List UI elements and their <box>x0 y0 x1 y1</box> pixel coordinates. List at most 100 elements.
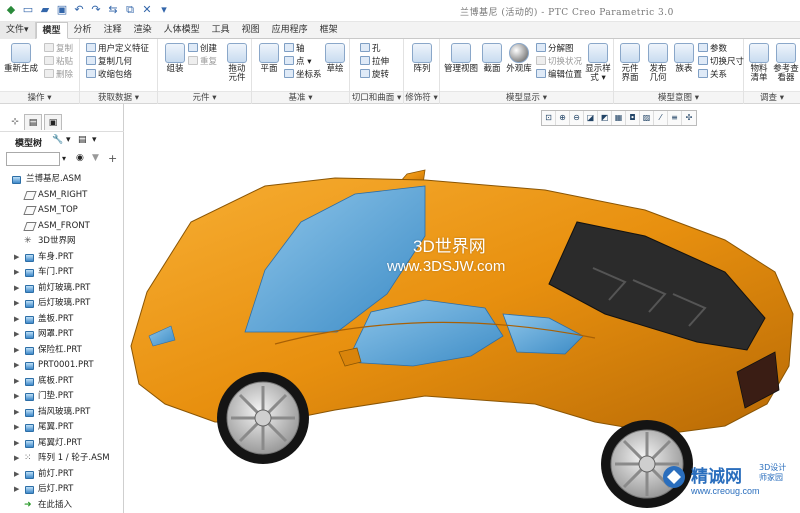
shrinkwrap-button[interactable]: 收缩包络 <box>86 69 132 81</box>
hole-button[interactable]: 孔 <box>360 43 381 55</box>
tree-item[interactable]: ▶ 尾翼灯.PRT <box>0 436 124 452</box>
find-icon[interactable]: ◉ <box>76 153 84 163</box>
copy-button[interactable]: 复制 <box>44 43 73 55</box>
expand-arrow-icon[interactable]: ▶ <box>14 420 19 436</box>
tree-item[interactable]: ▶ 网罩.PRT <box>0 327 124 343</box>
add-column-icon[interactable]: + <box>108 152 117 165</box>
tree-item[interactable]: ▶ 前灯玻璃.PRT <box>0 281 124 297</box>
copy-geometry-button[interactable]: 复制几何 <box>86 56 132 68</box>
point-button[interactable]: 点 ▾ <box>284 56 311 68</box>
expand-arrow-icon[interactable]: ▶ <box>14 343 19 359</box>
tree-item[interactable]: ➜ 在此插入 <box>0 498 124 513</box>
group-label-model-intent[interactable]: 模型意图 ▾ <box>614 91 743 103</box>
exploded-view-button[interactable]: 分解图 <box>536 43 574 55</box>
axis-button[interactable]: 轴 <box>284 43 305 55</box>
tree-item[interactable]: ASM_RIGHT <box>0 188 124 204</box>
manage-views-button[interactable]: 管理视图 <box>442 43 480 74</box>
expand-arrow-icon[interactable]: ▶ <box>14 405 19 421</box>
group-label-cut-surface[interactable]: 切口和曲面 ▾ <box>350 91 403 103</box>
windows-icon[interactable]: ⧉ <box>123 3 137 17</box>
expand-arrow-icon[interactable]: ▶ <box>14 358 19 374</box>
tab-model[interactable]: 模型 <box>35 22 68 39</box>
customize-toolbar-icon[interactable]: ▾ <box>157 3 171 17</box>
publish-geometry-button[interactable]: 发布 几何 <box>644 43 672 83</box>
tree-item[interactable]: ✳ 3D世界网 <box>0 234 124 250</box>
component-interface-button[interactable]: 元件 界面 <box>616 43 644 83</box>
expand-arrow-icon[interactable]: ▶ <box>14 374 19 390</box>
folder-browser-tab-icon[interactable]: ▤ <box>24 114 42 130</box>
group-label-modifiers[interactable]: 修饰符 ▾ <box>404 91 439 103</box>
group-label-investigate[interactable]: 调查 ▾ <box>744 91 800 103</box>
expand-arrow-icon[interactable]: ▶ <box>14 436 19 452</box>
tab-manikin[interactable]: 人体模型 <box>158 22 206 39</box>
paste-button[interactable]: 粘贴 <box>44 56 73 68</box>
tree-item[interactable]: ▶ 前灯.PRT <box>0 467 124 483</box>
expand-arrow-icon[interactable]: ▶ <box>14 250 19 266</box>
tree-item[interactable]: ▶ 尾翼.PRT <box>0 420 124 436</box>
group-label-model-display[interactable]: 模型显示 ▾ <box>440 91 613 103</box>
model-tree-tab-icon[interactable]: ⊹ <box>6 114 24 130</box>
tree-item[interactable]: ▶ PRT0001.PRT <box>0 358 124 374</box>
graphics-area[interactable]: ⊡ ⊕ ⊖ ◪ ◩ ▦ ◘ ▨ ⁄ ≡ ✣ 3D世界网 www.3DSJW.co… <box>125 104 800 513</box>
tab-framework[interactable]: 框架 <box>314 22 344 39</box>
expand-arrow-icon[interactable]: ▶ <box>14 451 19 467</box>
show-menu-dropdown-icon[interactable]: ▾ <box>92 135 97 145</box>
create-button[interactable]: 创建 <box>188 43 217 55</box>
tree-item[interactable]: 兰博基尼.ASM <box>0 172 124 188</box>
save-icon[interactable]: ▣ <box>55 3 69 17</box>
tree-item[interactable]: ▶ 挡风玻璃.PRT <box>0 405 124 421</box>
new-file-icon[interactable]: ▭ <box>21 3 35 17</box>
revolve-button[interactable]: 旋转 <box>360 69 389 81</box>
expand-arrow-icon[interactable]: ▶ <box>14 327 19 343</box>
assemble-button[interactable]: 组装 <box>162 43 188 74</box>
expand-arrow-icon[interactable]: ▶ <box>14 265 19 281</box>
tree-settings-icon[interactable]: 🔧 <box>52 135 63 145</box>
reference-viewer-button[interactable]: 参考查 看器 <box>772 43 800 83</box>
expand-arrow-icon[interactable]: ▶ <box>14 389 19 405</box>
expand-arrow-icon[interactable]: ▶ <box>14 467 19 483</box>
sketch-button[interactable]: 草绘 <box>322 43 348 74</box>
group-label-get-data[interactable]: 获取数据 ▾ <box>80 91 157 103</box>
udf-button[interactable]: 用户定义特征 <box>86 43 149 55</box>
edit-position-button[interactable]: 编辑位置 <box>536 69 582 81</box>
undo-icon[interactable]: ↶ <box>72 3 86 17</box>
tree-item[interactable]: ▶ 门垫.PRT <box>0 389 124 405</box>
group-label-component[interactable]: 元件 ▾ <box>158 91 251 103</box>
appearance-gallery-button[interactable]: 外观库 <box>504 43 534 74</box>
tab-file[interactable]: 文件▾ <box>0 22 36 39</box>
tree-item[interactable]: ▶ 底板.PRT <box>0 374 124 390</box>
display-style-button[interactable]: 显示样 式 ▾ <box>584 43 612 83</box>
switch-dimensions-button[interactable]: 切换尺寸 <box>698 56 744 68</box>
tree-item[interactable]: ▶ 后灯.PRT <box>0 482 124 498</box>
tree-item[interactable]: ▶ 盖板.PRT <box>0 312 124 328</box>
plane-button[interactable]: 平面 <box>256 43 282 74</box>
tab-tools[interactable]: 工具 <box>206 22 236 39</box>
tab-analysis[interactable]: 分析 <box>68 22 98 39</box>
regenerate-icon[interactable]: ⇆ <box>106 3 120 17</box>
tree-item[interactable]: ▶ 后灯玻璃.PRT <box>0 296 124 312</box>
redo-icon[interactable]: ↷ <box>89 3 103 17</box>
expand-arrow-icon[interactable]: ▶ <box>14 482 19 498</box>
tree-item[interactable]: ASM_FRONT <box>0 219 124 235</box>
pattern-button[interactable]: 阵列 <box>408 43 436 74</box>
group-label-datum[interactable]: 基准 ▾ <box>252 91 349 103</box>
open-file-icon[interactable]: ▰ <box>38 3 52 17</box>
favorites-tab-icon[interactable]: ▣ <box>44 114 62 130</box>
close-window-icon[interactable]: ✕ <box>140 3 154 17</box>
relations-button[interactable]: 关系 <box>698 69 727 81</box>
tree-item[interactable]: ▶ ⁙ 阵列 1 / 轮子.ASM <box>0 451 124 467</box>
parameters-button[interactable]: 参数 <box>698 43 727 55</box>
tab-render[interactable]: 渲染 <box>128 22 158 39</box>
family-table-button[interactable]: 族表 <box>672 43 696 74</box>
tree-item[interactable]: ▶ 车门.PRT <box>0 265 124 281</box>
app-logo-icon[interactable]: ◆ <box>4 3 18 17</box>
expand-arrow-icon[interactable]: ▶ <box>14 281 19 297</box>
search-dropdown-icon[interactable]: ▾ <box>62 154 66 163</box>
tree-item[interactable]: ▶ 保险杠.PRT <box>0 343 124 359</box>
csys-button[interactable]: 坐标系 <box>284 69 322 81</box>
expand-arrow-icon[interactable]: ▶ <box>14 296 19 312</box>
drag-components-button[interactable]: 拖动 元件 <box>224 43 250 83</box>
bom-button[interactable]: 物料 清单 <box>746 43 772 83</box>
tab-view[interactable]: 视图 <box>236 22 266 39</box>
tree-item[interactable]: ▶ 车身.PRT <box>0 250 124 266</box>
